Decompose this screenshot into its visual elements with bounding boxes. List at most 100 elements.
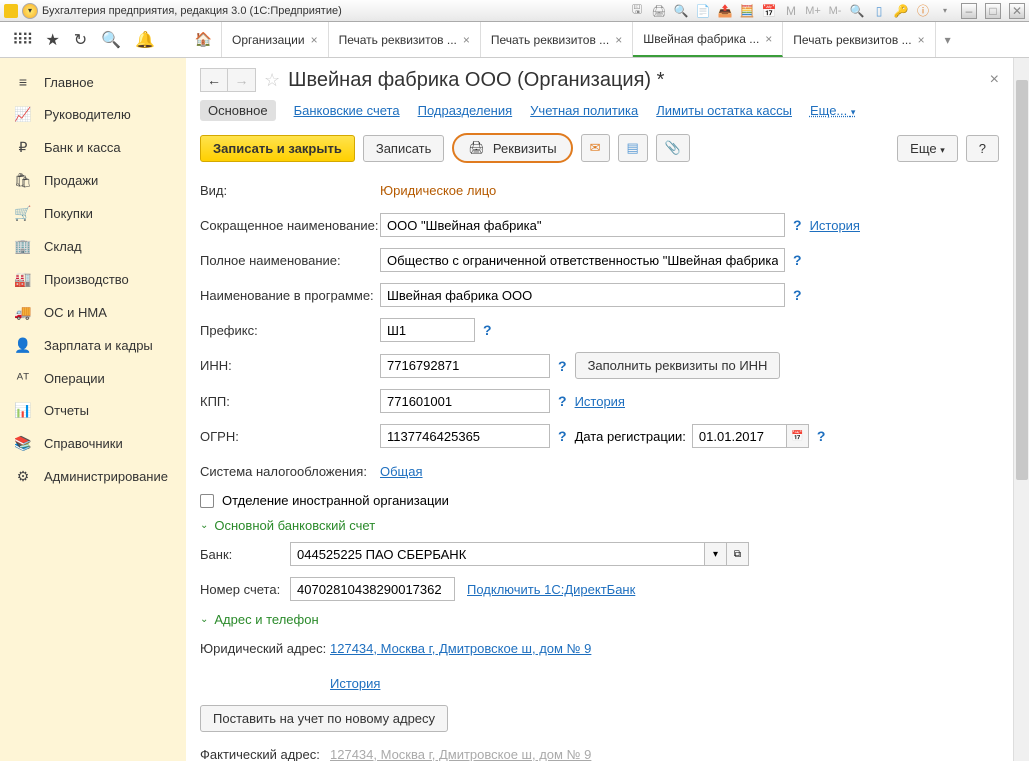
attach-button[interactable]: 📎 — [656, 134, 690, 162]
m-btn[interactable]: M — [783, 3, 799, 19]
help-icon[interactable]: ? — [817, 428, 826, 444]
bank-section-toggle[interactable]: ⌄ Основной банковский счет — [200, 518, 999, 533]
account-input[interactable] — [290, 577, 455, 601]
zoom-icon[interactable]: 🔍 — [849, 3, 865, 19]
preview-icon[interactable]: 🔍 — [673, 3, 689, 19]
window-minimize-button[interactable]: – — [961, 3, 977, 19]
ogrn-input[interactable] — [380, 424, 550, 448]
help-icon[interactable]: ? — [793, 217, 802, 233]
close-icon[interactable]: × — [463, 33, 470, 47]
nav-hr[interactable]: 👤Зарплата и кадры — [0, 329, 186, 362]
close-page-button[interactable]: × — [990, 71, 999, 89]
tab-main[interactable]: Основное — [200, 100, 276, 121]
print-icon[interactable]: 🖨 — [651, 3, 667, 19]
prefix-input[interactable] — [380, 318, 475, 342]
tab-more[interactable]: Еще... ▾ — [810, 103, 855, 118]
panel-icon[interactable]: ▯ — [871, 3, 887, 19]
notifications-bell-icon[interactable]: 🔔 — [135, 30, 155, 50]
nav-sales[interactable]: 🛍Продажи — [0, 164, 186, 197]
nav-manager[interactable]: 📈Руководителю — [0, 98, 186, 131]
apps-grid-icon[interactable]: ⠿⠿ — [12, 30, 31, 50]
doc1-icon[interactable]: 📄 — [695, 3, 711, 19]
kpp-history-link[interactable]: История — [575, 394, 625, 409]
reg-date-input[interactable] — [692, 424, 787, 448]
tab-limits[interactable]: Лимиты остатка кассы — [656, 103, 792, 118]
tab-organizations[interactable]: Организации × — [222, 22, 329, 57]
full-name-input[interactable] — [380, 248, 785, 272]
save-close-button[interactable]: Записать и закрыть — [200, 135, 355, 162]
window-close-button[interactable]: ✕ — [1009, 3, 1025, 19]
save-icon[interactable]: 🖫 — [629, 3, 645, 19]
nav-reports[interactable]: 📊Отчеты — [0, 394, 186, 427]
nav-assets[interactable]: 🚚ОС и НМА — [0, 296, 186, 329]
nav-back-button[interactable]: ← — [200, 68, 228, 92]
save-button[interactable]: Записать — [363, 135, 445, 162]
nav-warehouse[interactable]: 🏢Склад — [0, 230, 186, 263]
tab-sewing-factory[interactable]: Швейная фабрика ... × — [633, 22, 783, 57]
address-section-toggle[interactable]: ⌄ Адрес и телефон — [200, 612, 999, 627]
tab-print-req-2[interactable]: Печать реквизитов ... × — [481, 22, 633, 57]
nav-directories[interactable]: 📚Справочники — [0, 427, 186, 460]
nav-purchases[interactable]: 🛒Покупки — [0, 197, 186, 230]
m-plus-btn[interactable]: M+ — [805, 3, 821, 19]
m-minus-btn[interactable]: M- — [827, 3, 843, 19]
search-icon[interactable]: 🔍 — [101, 30, 121, 50]
home-tab[interactable]: 🏠 — [186, 22, 222, 57]
nav-admin[interactable]: ⚙Администрирование — [0, 460, 186, 493]
email-button[interactable]: ✉ — [581, 134, 610, 162]
key-icon[interactable]: 🔑 — [893, 3, 909, 19]
tabs-dropdown[interactable]: ▾ — [936, 22, 960, 57]
window-maximize-button[interactable]: □ — [985, 3, 1001, 19]
open-icon[interactable]: ⧉ — [727, 542, 749, 566]
document-button[interactable]: ▤ — [618, 134, 648, 162]
bank-input[interactable] — [290, 542, 705, 566]
tab-subdivisions[interactable]: Подразделения — [418, 103, 513, 118]
help-button[interactable]: ? — [966, 135, 999, 162]
actual-addr-link[interactable]: 127434, Москва г, Дмитровское ш, дом № 9 — [330, 747, 591, 761]
program-name-input[interactable] — [380, 283, 785, 307]
nav-main[interactable]: ≡Главное — [0, 66, 186, 98]
short-name-input[interactable] — [380, 213, 785, 237]
tab-print-req-3[interactable]: Печать реквизитов ... × — [783, 22, 935, 57]
tab-bank-accounts[interactable]: Банковские счета — [294, 103, 400, 118]
legal-addr-link[interactable]: 127434, Москва г, Дмитровское ш, дом № 9 — [330, 641, 591, 656]
nav-bank[interactable]: ₽Банк и касса — [0, 131, 186, 164]
fill-by-inn-button[interactable]: Заполнить реквизиты по ИНН — [575, 352, 781, 379]
calendar-icon[interactable]: 📅 — [761, 3, 777, 19]
inn-input[interactable] — [380, 354, 550, 378]
help-icon[interactable]: ? — [558, 358, 567, 374]
tab-print-req-1[interactable]: Печать реквизитов ... × — [329, 22, 481, 57]
connect-direct-link[interactable]: Подключить 1С:ДиректБанк — [467, 582, 635, 597]
kpp-input[interactable] — [380, 389, 550, 413]
close-icon[interactable]: × — [918, 33, 925, 47]
nav-operations[interactable]: ᴬᵀОперации — [0, 362, 186, 394]
vertical-scrollbar[interactable] — [1013, 58, 1029, 761]
tab-policy[interactable]: Учетная политика — [530, 103, 638, 118]
dropdown-icon[interactable]: ▾ — [705, 542, 727, 566]
close-icon[interactable]: × — [765, 32, 772, 46]
calc-icon[interactable]: 🧮 — [739, 3, 755, 19]
foreign-branch-checkbox[interactable] — [200, 494, 214, 508]
more-button[interactable]: Еще ▾ — [897, 135, 958, 162]
help-icon[interactable]: ? — [483, 322, 492, 338]
favorite-star-icon[interactable]: ☆ — [264, 70, 280, 91]
legal-addr-history-link[interactable]: История — [330, 676, 380, 691]
info-drop-icon[interactable]: ▾ — [937, 3, 953, 19]
scroll-thumb[interactable] — [1016, 80, 1028, 480]
new-address-button[interactable]: Поставить на учет по новому адресу — [200, 705, 448, 732]
help-icon[interactable]: ? — [793, 252, 802, 268]
tax-system-link[interactable]: Общая — [380, 464, 423, 479]
info-icon[interactable]: ⓘ — [915, 3, 931, 19]
help-icon[interactable]: ? — [558, 393, 567, 409]
help-icon[interactable]: ? — [558, 428, 567, 444]
calendar-picker-icon[interactable]: 📅 — [787, 424, 809, 448]
nav-production[interactable]: 🏭Производство — [0, 263, 186, 296]
app-menu-dropdown[interactable]: ▾ — [22, 3, 38, 19]
help-icon[interactable]: ? — [793, 287, 802, 303]
close-icon[interactable]: × — [311, 33, 318, 47]
history-icon[interactable]: ↻ — [74, 30, 87, 50]
favorites-star-icon[interactable]: ★ — [45, 30, 59, 50]
requisites-button[interactable]: 🖨 Реквизиты — [452, 133, 572, 163]
doc2-icon[interactable]: 📤 — [717, 3, 733, 19]
history-link[interactable]: История — [810, 218, 860, 233]
